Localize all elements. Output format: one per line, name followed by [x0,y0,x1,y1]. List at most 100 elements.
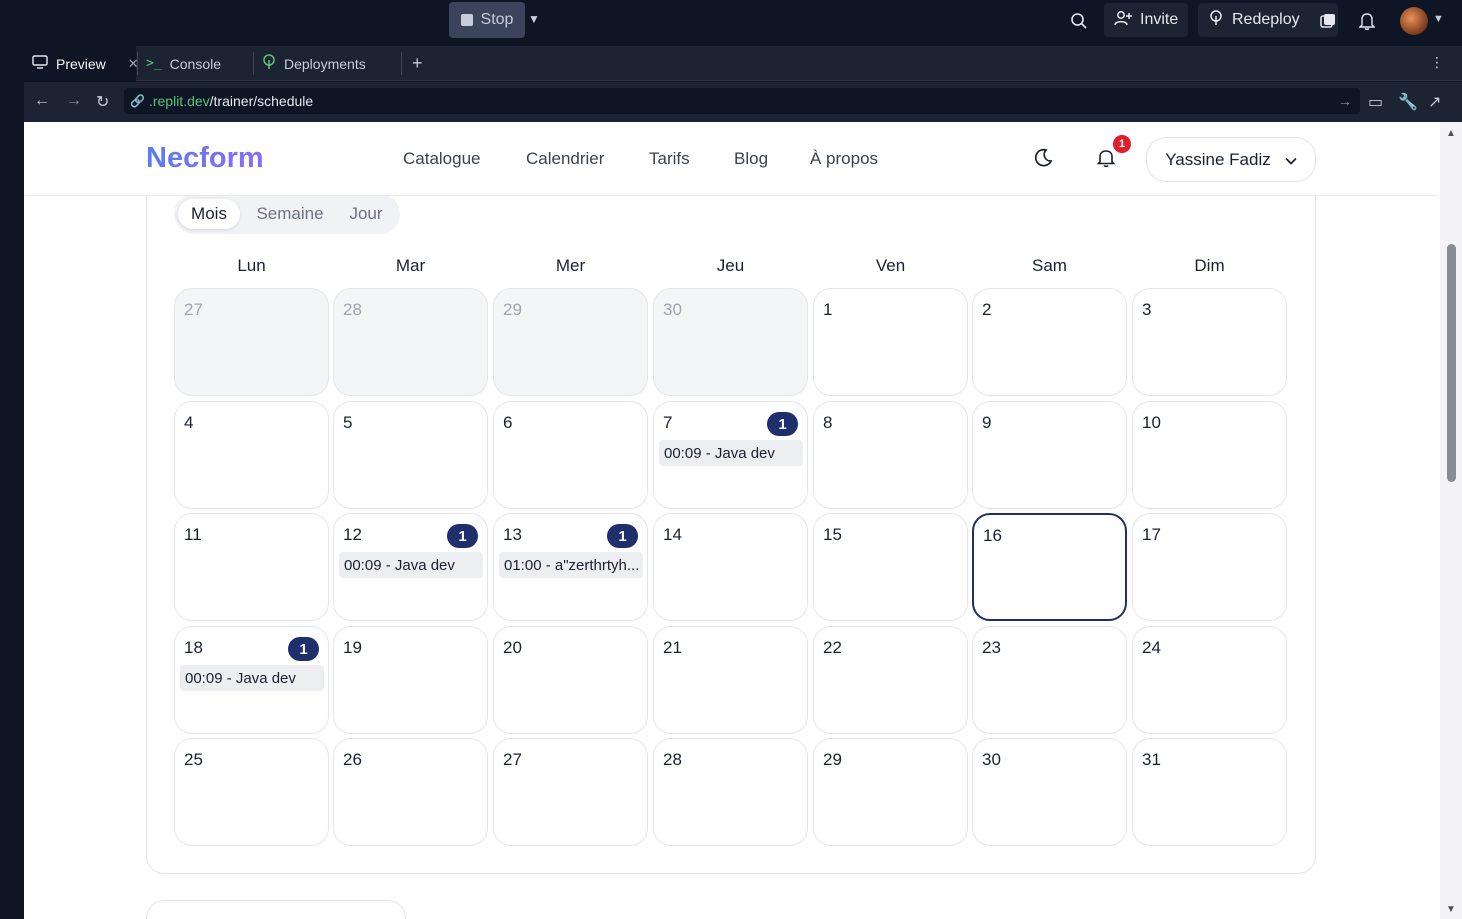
avatar[interactable] [1400,7,1428,35]
calendar-day[interactable]: 10 [1132,401,1287,509]
scroll-up-icon[interactable]: ▲ [1446,128,1456,139]
calendar-day[interactable]: 3 [1132,288,1287,396]
calendar-day[interactable]: 6 [493,401,648,509]
tab-label: Preview [56,55,106,72]
deploy-tree-icon [262,54,276,73]
nav-blog[interactable]: Blog [734,149,768,169]
refresh-icon[interactable]: ↻ [96,92,109,112]
user-menu-button[interactable]: Yassine Fadiz [1146,137,1316,182]
calendar-day[interactable]: 31 [1132,738,1287,846]
calendar-day[interactable]: 26 [333,738,488,846]
tab-divider [401,52,402,75]
nav-calendrier[interactable]: Calendrier [526,149,604,169]
terminal-icon: >_ [146,56,162,71]
day-number: 28 [663,750,682,769]
day-number: 17 [1142,525,1161,544]
calendar-day[interactable]: 22 [813,626,968,734]
arrow-left-icon[interactable]: ← [34,92,50,110]
calendar-day[interactable]: 21 [653,626,808,734]
device-icon[interactable]: ▭ [1368,92,1383,112]
calendar-day[interactable]: 18 1 00:09 - Java dev [174,626,329,734]
calendar-day[interactable]: 30 [653,288,808,396]
chevron-down-icon[interactable]: ▼ [528,12,540,26]
calendar-day[interactable]: 9 [972,401,1127,509]
calendar-day[interactable]: 28 [653,738,808,846]
day-number: 6 [503,413,513,432]
calendar-day[interactable]: 29 [493,288,648,396]
calendar-day[interactable]: 7 1 00:09 - Java dev [653,401,808,509]
calendar-day[interactable]: 29 [813,738,968,846]
day-number: 3 [1142,300,1152,319]
preview-url-bar: ← → ↻ 🔗 .replit.dev/trainer/schedule → ▭… [24,82,1462,122]
arrow-right-icon[interactable]: → [66,92,82,110]
calendar-day[interactable]: 19 [333,626,488,734]
day-number: 9 [982,413,992,432]
chevron-down-icon[interactable]: ▼ [1433,13,1444,25]
calendar-day[interactable]: 2 [972,288,1127,396]
calendar-day[interactable]: 12 1 00:09 - Java dev [333,513,488,621]
scrollbar-thumb[interactable] [1447,244,1456,482]
notification-badge: 1 [1111,133,1133,155]
add-tab-button[interactable]: + [404,46,434,81]
search-icon[interactable] [1068,10,1090,32]
calendar-day[interactable]: 28 [333,288,488,396]
url-path: /trainer/schedule [209,93,314,109]
invite-label: Invite [1140,11,1179,28]
tab-console[interactable]: >_ Console [138,46,252,81]
tab-deployments[interactable]: Deployments [254,46,400,81]
calendar-day[interactable]: 8 [813,401,968,509]
more-vertical-icon[interactable]: ⋮ [1430,54,1444,71]
weekday-label: Jeu [716,256,745,275]
calendar-day[interactable]: 5 [333,401,488,509]
day-number: 31 [1142,750,1161,769]
calendar-day[interactable]: 15 [813,513,968,621]
day-number: 23 [982,638,1001,657]
calendar-day[interactable]: 27 [493,738,648,846]
wrench-icon[interactable]: 🔧 [1398,92,1418,112]
view-month-button[interactable]: Mois [178,199,240,229]
nav-a-propos[interactable]: À propos [810,149,878,169]
calendar-day[interactable]: 30 [972,738,1127,846]
tab-preview[interactable]: Preview ✕ [24,46,139,81]
calendar-day[interactable]: 27 [174,288,329,396]
day-number: 16 [983,526,1002,545]
view-day-button[interactable]: Jour [338,199,394,229]
calendar-day[interactable]: 1 [813,288,968,396]
url-input[interactable]: 🔗 .replit.dev/trainer/schedule → [124,88,1360,114]
day-number: 12 [343,525,362,544]
calendar-day-today[interactable]: 16 [972,513,1127,621]
day-number: 25 [184,750,203,769]
calendar-day[interactable]: 13 1 01:00 - a"zerthrtyh... [493,513,648,621]
link-icon: 🔗 [130,94,145,108]
calendar-event[interactable]: 00:09 - Java dev [180,665,324,691]
calendar-day[interactable]: 25 [174,738,329,846]
calendar-day[interactable]: 4 [174,401,329,509]
day-number: 24 [1142,638,1161,657]
calendar-day[interactable]: 14 [653,513,808,621]
url-host: .replit.dev [148,93,210,109]
view-week-button[interactable]: Semaine [246,199,334,229]
site-logo[interactable]: Necform [146,142,264,175]
calendar-day[interactable]: 23 [972,626,1127,734]
nav-tarifs[interactable]: Tarifs [649,149,690,169]
day-number: 26 [343,750,362,769]
external-link-icon[interactable]: ↗ [1428,92,1441,112]
scroll-down-icon[interactable]: ▼ [1446,904,1456,915]
calendar-day[interactable]: 11 [174,513,329,621]
calendar-day[interactable]: 20 [493,626,648,734]
nav-catalogue[interactable]: Catalogue [403,149,481,169]
calendar-event[interactable]: 00:09 - Java dev [659,440,803,466]
page-scrollbar[interactable]: ▲ ▼ [1440,122,1462,919]
bell-icon[interactable] [1356,10,1378,32]
stop-button[interactable]: Stop [449,2,525,38]
invite-button[interactable]: Invite [1104,3,1189,37]
go-arrow-icon[interactable]: → [1338,93,1352,109]
deploy-icon [1208,9,1224,31]
calendar-day[interactable]: 17 [1132,513,1287,621]
calendar-event[interactable]: 01:00 - a"zerthrtyh... [499,552,643,578]
window-stack-icon[interactable] [1317,10,1339,32]
calendar-day[interactable]: 24 [1132,626,1287,734]
calendar-event[interactable]: 00:09 - Java dev [339,552,483,578]
day-number: 1 [823,300,833,319]
moon-icon[interactable] [1032,147,1054,169]
